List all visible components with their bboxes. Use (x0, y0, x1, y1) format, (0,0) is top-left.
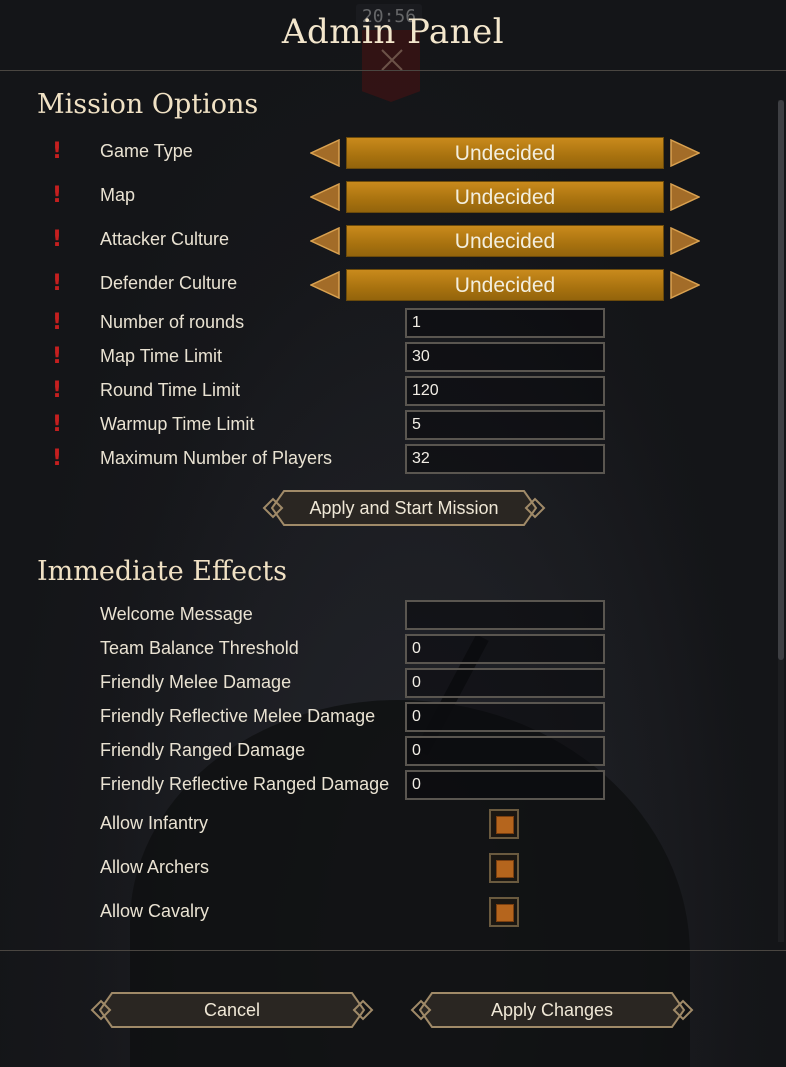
cancel-label: Cancel (203, 1000, 261, 1020)
previous-arrow-button[interactable] (309, 226, 340, 256)
welcome-message-input[interactable] (405, 600, 605, 630)
arrow-right-icon (670, 270, 701, 300)
field-row-number-of-rounds: ! Number of rounds 1 (0, 308, 786, 338)
friendly-reflective-ranged-damage-input[interactable]: 0 (405, 770, 605, 800)
field-row-maximum-players: ! Maximum Number of Players 32 (0, 444, 786, 474)
mission-options-heading: Mission Options (37, 89, 259, 120)
arrow-right-icon (670, 138, 701, 168)
immediate-effects-heading: Immediate Effects (37, 556, 287, 587)
arrow-left-icon (309, 226, 340, 256)
arrow-right-icon (670, 226, 701, 256)
warning-icon: ! (51, 183, 63, 208)
friendly-reflective-melee-damage-input[interactable]: 0 (405, 702, 605, 732)
field-label: Maximum Number of Players (100, 448, 333, 468)
map-time-limit-input[interactable]: 30 (405, 342, 605, 372)
panel-title: Admin Panel (281, 12, 505, 52)
arrow-left-icon (309, 138, 340, 168)
warning-icon: ! (51, 310, 63, 335)
number-of-rounds-input[interactable]: 1 (405, 308, 605, 338)
field-row-friendly-melee-damage: Friendly Melee Damage 0 (0, 668, 786, 698)
field-label: Welcome Message (100, 604, 253, 624)
warning-icon: ! (51, 271, 63, 296)
field-label: Map Time Limit (100, 346, 223, 366)
apply-and-start-mission-button[interactable]: Apply and Start Mission (262, 489, 546, 527)
attacker-culture-value[interactable]: Undecided (346, 225, 664, 257)
defender-culture-value[interactable]: Undecided (346, 269, 664, 301)
warning-icon: ! (51, 344, 63, 369)
selector-row-map: ! Map Undecided (0, 181, 786, 213)
toggle-label: Allow Infantry (100, 813, 209, 833)
previous-arrow-button[interactable] (309, 138, 340, 168)
selector-label: Attacker Culture (100, 229, 230, 249)
apply-changes-label: Apply Changes (490, 1000, 614, 1020)
selector-label: Game Type (100, 141, 193, 161)
field-row-welcome-message: Welcome Message (0, 600, 786, 630)
apply-changes-button[interactable]: Apply Changes (410, 991, 694, 1029)
warning-icon: ! (51, 227, 63, 252)
allow-archers-checkbox[interactable] (489, 853, 519, 883)
next-arrow-button[interactable] (670, 270, 701, 300)
round-time-limit-input[interactable]: 120 (405, 376, 605, 406)
maximum-players-input[interactable]: 32 (405, 444, 605, 474)
toggle-label: Allow Archers (100, 857, 210, 877)
field-row-friendly-reflective-ranged-damage: Friendly Reflective Ranged Damage 0 (0, 770, 786, 800)
allow-infantry-checkbox[interactable] (489, 809, 519, 839)
selector-label: Defender Culture (100, 273, 238, 293)
warning-icon: ! (51, 412, 63, 437)
footer-divider (0, 950, 786, 951)
selector-row-game-type: ! Game Type Undecided (0, 137, 786, 169)
toggle-row-allow-infantry: Allow Infantry (0, 809, 786, 839)
previous-arrow-button[interactable] (309, 182, 340, 212)
selector-label: Map (100, 185, 136, 205)
field-row-team-balance-threshold: Team Balance Threshold 0 (0, 634, 786, 664)
scrollbar-thumb[interactable] (778, 100, 784, 660)
warning-icon: ! (51, 139, 63, 164)
next-arrow-button[interactable] (670, 138, 701, 168)
field-row-warmup-time-limit: ! Warmup Time Limit 5 (0, 410, 786, 440)
cancel-button[interactable]: Cancel (90, 991, 374, 1029)
arrow-left-icon (309, 270, 340, 300)
field-label: Number of rounds (100, 312, 245, 332)
checkbox-checked-fill (496, 904, 514, 922)
next-arrow-button[interactable] (670, 226, 701, 256)
field-row-friendly-ranged-damage: Friendly Ranged Damage 0 (0, 736, 786, 766)
selector-row-defender-culture: ! Defender Culture Undecided (0, 269, 786, 301)
checkbox-checked-fill (496, 860, 514, 878)
map-value[interactable]: Undecided (346, 181, 664, 213)
warmup-time-limit-input[interactable]: 5 (405, 410, 605, 440)
toggle-label: Allow Cavalry (100, 901, 210, 921)
arrow-right-icon (670, 182, 701, 212)
vertical-scrollbar[interactable] (778, 100, 784, 942)
checkbox-checked-fill (496, 816, 514, 834)
apply-and-start-mission-label: Apply and Start Mission (309, 498, 499, 518)
title-divider (0, 70, 786, 71)
field-row-map-time-limit: ! Map Time Limit 30 (0, 342, 786, 372)
field-row-round-time-limit: ! Round Time Limit 120 (0, 376, 786, 406)
warning-icon: ! (51, 378, 63, 403)
friendly-melee-damage-input[interactable]: 0 (405, 668, 605, 698)
field-row-friendly-reflective-melee-damage: Friendly Reflective Melee Damage 0 (0, 702, 786, 732)
selector-row-attacker-culture: ! Attacker Culture Undecided (0, 225, 786, 257)
next-arrow-button[interactable] (670, 182, 701, 212)
arrow-left-icon (309, 182, 340, 212)
friendly-ranged-damage-input[interactable]: 0 (405, 736, 605, 766)
toggle-row-allow-cavalry: Allow Cavalry (0, 897, 786, 927)
field-label: Round Time Limit (100, 380, 241, 400)
team-balance-threshold-input[interactable]: 0 (405, 634, 605, 664)
toggle-row-allow-archers: Allow Archers (0, 853, 786, 883)
field-label: Friendly Ranged Damage (100, 740, 306, 760)
warning-icon: ! (51, 446, 63, 471)
field-label: Friendly Reflective Ranged Damage (100, 774, 390, 794)
field-label: Friendly Melee Damage (100, 672, 292, 692)
field-label: Friendly Reflective Melee Damage (100, 706, 376, 726)
field-label: Warmup Time Limit (100, 414, 255, 434)
allow-cavalry-checkbox[interactable] (489, 897, 519, 927)
field-label: Team Balance Threshold (100, 638, 299, 658)
previous-arrow-button[interactable] (309, 270, 340, 300)
game-type-value[interactable]: Undecided (346, 137, 664, 169)
